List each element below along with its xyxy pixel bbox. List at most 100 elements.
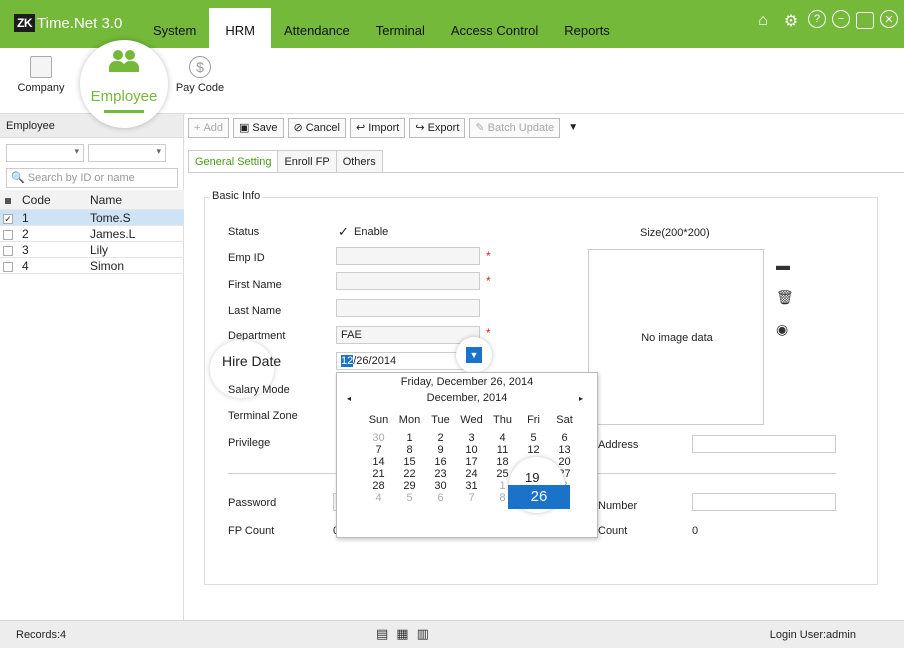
calendar-day[interactable]: 30 xyxy=(425,480,456,492)
calendar-day[interactable]: 12 xyxy=(518,444,549,456)
settings-icon[interactable]: ⚙ xyxy=(780,10,802,32)
cancel-button[interactable]: ⊘ Cancel xyxy=(287,118,346,138)
calendar-day[interactable]: 4 xyxy=(487,432,518,444)
calendar-day[interactable]: 19 xyxy=(525,470,539,485)
calendar-day[interactable]: 10 xyxy=(456,444,487,456)
emp-id-field[interactable] xyxy=(336,247,480,265)
calendar-day[interactable]: 16 xyxy=(425,456,456,468)
table-row[interactable]: 4 Simon xyxy=(0,258,184,274)
more-dropdown-icon[interactable]: ▼ xyxy=(568,118,578,138)
import-button[interactable]: ↩ Import xyxy=(349,118,406,138)
row-checkbox[interactable] xyxy=(3,229,13,240)
module-company[interactable]: Company xyxy=(16,48,66,94)
table-row[interactable]: 2 James.L xyxy=(0,226,184,242)
row-checkbox[interactable] xyxy=(3,245,13,256)
nav-reports[interactable]: Reports xyxy=(551,0,623,48)
header-code[interactable]: Code xyxy=(16,190,86,209)
calendar-day[interactable]: 9 xyxy=(425,444,456,456)
export-label: Export xyxy=(427,122,460,134)
calendar-day[interactable]: 15 xyxy=(394,456,425,468)
enable-checkbox[interactable]: ✓ xyxy=(338,224,349,240)
module-paycode[interactable]: $ Pay Code xyxy=(175,48,225,94)
filter-select-1[interactable] xyxy=(6,144,84,162)
camera-icon[interactable]: ◉ xyxy=(776,321,788,338)
select-all-checkbox[interactable] xyxy=(5,197,11,204)
cell-code: 2 xyxy=(22,227,29,241)
first-name-field[interactable] xyxy=(336,272,480,290)
add-button[interactable]: + Add xyxy=(188,118,230,138)
calendar-day[interactable]: 30 xyxy=(363,432,394,444)
calendar-day[interactable]: 18 xyxy=(487,456,518,468)
calendar-day[interactable]: 4 xyxy=(363,492,394,504)
address-field[interactable] xyxy=(692,435,836,453)
folder-icon[interactable]: ▬ xyxy=(776,257,790,273)
nav-attendance[interactable]: Attendance xyxy=(271,0,363,48)
module-employee[interactable]: Employee xyxy=(80,40,168,128)
home-icon[interactable]: ⌂ xyxy=(752,10,774,32)
no-image-text: No image data xyxy=(641,332,713,344)
calendar-day[interactable]: 3 xyxy=(456,432,487,444)
close-icon[interactable]: ✕ xyxy=(880,10,898,28)
search-input[interactable]: 🔍 Search by ID or name xyxy=(6,168,178,188)
calendar-month[interactable]: December, 2014 xyxy=(427,392,508,404)
row-checkbox[interactable] xyxy=(3,261,13,272)
calendar-day[interactable]: 22 xyxy=(394,468,425,480)
hire-date-month: 12 xyxy=(341,355,354,367)
filter-select-2[interactable] xyxy=(88,144,166,162)
row-checkbox[interactable]: ✓ xyxy=(3,213,13,224)
calendar-day[interactable]: 5 xyxy=(394,492,425,504)
export-button[interactable]: ↪ Export xyxy=(409,118,466,138)
calendar-day[interactable]: 7 xyxy=(456,492,487,504)
selected-day[interactable]: 26 xyxy=(508,485,570,509)
date-picker-popup[interactable]: Friday, December 26, 2014 ◂ December, 20… xyxy=(336,372,598,538)
table-row[interactable]: 3 Lily xyxy=(0,242,184,258)
calendar-day[interactable]: 23 xyxy=(425,468,456,480)
people-icon xyxy=(109,50,141,74)
tab-others[interactable]: Others xyxy=(335,150,383,172)
calendar-day[interactable]: 28 xyxy=(363,480,394,492)
date-dropdown-button[interactable]: ▼ xyxy=(466,347,482,363)
minimize-icon[interactable]: − xyxy=(832,10,850,28)
nav-system[interactable]: System xyxy=(140,0,209,48)
calendar-today[interactable]: Friday, December 26, 2014 xyxy=(337,376,597,388)
calendar-day[interactable]: 11 xyxy=(487,444,518,456)
calendar-day[interactable]: 24 xyxy=(456,468,487,480)
nav-hrm[interactable]: HRM xyxy=(209,8,271,48)
last-name-field[interactable] xyxy=(336,299,480,317)
next-month-icon[interactable]: ▸ xyxy=(579,394,583,403)
calendar-week: 30 1 2 3 4 5 6 xyxy=(363,432,597,444)
calendar-day[interactable]: 29 xyxy=(394,480,425,492)
export-icon: ↪ xyxy=(415,122,425,134)
calendar-day[interactable]: 1 xyxy=(394,432,425,444)
trash-icon[interactable]: 🗑 xyxy=(776,289,794,306)
calendar-day[interactable]: 6 xyxy=(425,492,456,504)
calendar-day[interactable]: 6 xyxy=(549,432,580,444)
save-button[interactable]: ▣ Save xyxy=(233,118,284,138)
calendar-week: 7 8 9 10 11 12 13 xyxy=(363,444,597,456)
maximize-icon[interactable] xyxy=(856,12,874,29)
hire-date-field[interactable]: 12/26/2014 xyxy=(336,352,472,370)
department-select[interactable]: FAE xyxy=(336,326,480,344)
calendar-day[interactable]: 2 xyxy=(425,432,456,444)
device-icon[interactable]: ▦ xyxy=(396,626,408,642)
help-icon[interactable]: ? xyxy=(808,10,826,28)
document-icon[interactable]: ▥ xyxy=(417,626,429,642)
calendar-day[interactable]: 8 xyxy=(394,444,425,456)
header-name[interactable]: Name xyxy=(86,190,184,209)
number-field[interactable] xyxy=(692,493,836,511)
table-row[interactable]: ✓ 1 Tome.S xyxy=(0,210,184,226)
nav-access-control[interactable]: Access Control xyxy=(438,0,551,48)
calendar-day[interactable]: 17 xyxy=(456,456,487,468)
calendar-day[interactable]: 31 xyxy=(456,480,487,492)
tab-enroll-fp[interactable]: Enroll FP xyxy=(277,150,337,172)
id-card-icon[interactable]: ▤ xyxy=(376,626,388,642)
tab-general-setting[interactable]: General Setting xyxy=(188,150,279,172)
calendar-day[interactable]: 5 xyxy=(518,432,549,444)
calendar-day[interactable]: 14 xyxy=(363,456,394,468)
batch-update-button[interactable]: ✎ Batch Update xyxy=(469,118,561,138)
prev-month-icon[interactable]: ◂ xyxy=(347,394,351,403)
nav-terminal[interactable]: Terminal xyxy=(363,0,438,48)
calendar-day[interactable]: 7 xyxy=(363,444,394,456)
calendar-day[interactable]: 21 xyxy=(363,468,394,480)
calendar-day[interactable]: 13 xyxy=(549,444,580,456)
